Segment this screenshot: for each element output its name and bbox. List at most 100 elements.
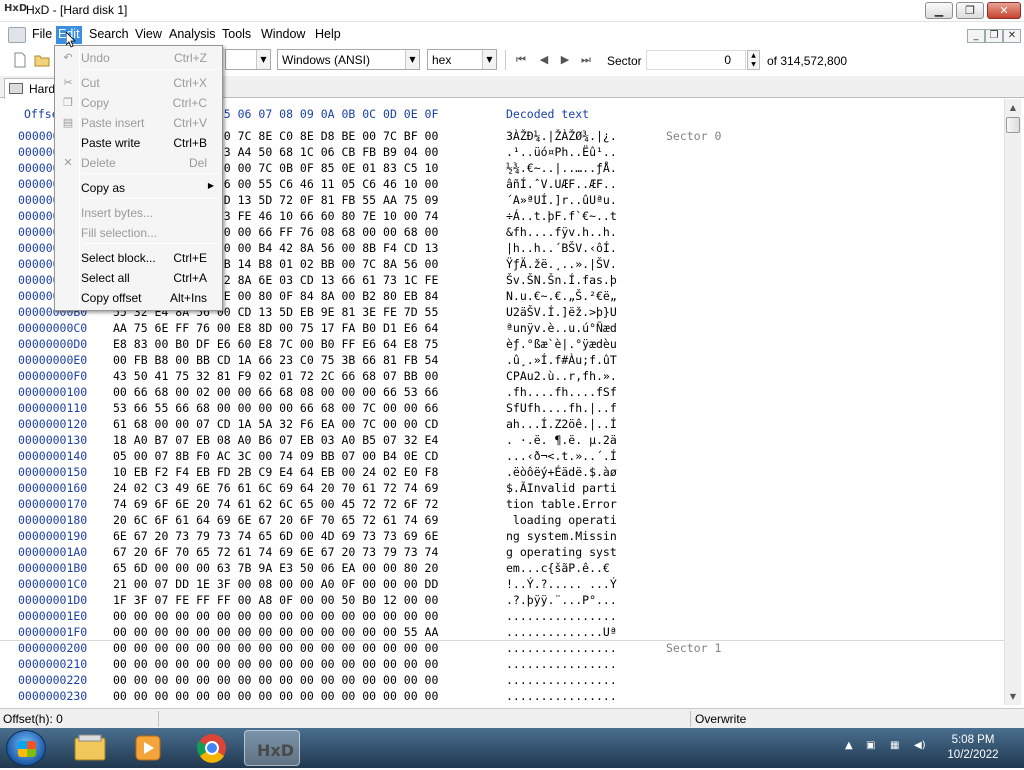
hex-row[interactable]: 0000000220 00 00 00 00 00 00 00 00 00 00 … — [0, 673, 1004, 689]
row-decoded-text[interactable]: .?.þÿÿ.¨...P°... — [506, 593, 617, 607]
row-decoded-text[interactable]: .¹..üó¤Ph..Ëû¹.. — [506, 145, 617, 159]
menu-window[interactable]: Window — [259, 27, 307, 41]
last-sector-icon[interactable]: ⏭ — [578, 52, 594, 68]
hex-row[interactable]: 0000000120 61 68 00 00 07 CD 1A 5A 32 F6 … — [0, 417, 1004, 433]
row-offset[interactable]: 0000000140 — [18, 449, 87, 463]
hex-row[interactable]: 00000001E0 00 00 00 00 00 00 00 00 00 00 … — [0, 609, 1004, 625]
row-hex-bytes[interactable]: 43 50 41 75 32 81 F9 02 01 72 2C 66 68 0… — [113, 369, 438, 383]
row-decoded-text[interactable]: !..Ý.?..... ...Ý — [506, 577, 617, 591]
row-hex-bytes[interactable]: 20 6C 6F 61 64 69 6E 67 20 6F 70 65 72 6… — [113, 513, 438, 527]
hex-row[interactable]: 00000001A0 67 20 6F 70 65 72 61 74 69 6E … — [0, 545, 1004, 561]
scroll-down-icon[interactable]: ▼ — [1005, 688, 1021, 705]
row-hex-bytes[interactable]: 00 66 68 00 02 00 00 66 68 08 00 00 00 6… — [113, 385, 438, 399]
row-decoded-text[interactable]: ..............Uª — [506, 625, 617, 639]
menu-item-copy-offset[interactable]: Copy offset Alt+Ins — [57, 288, 220, 308]
row-decoded-text[interactable]: ŸƒÄ.žë.¸..».|ŠV. — [506, 257, 617, 271]
hex-row[interactable]: 0000000100 00 66 68 00 02 00 00 66 68 08 … — [0, 385, 1004, 401]
row-offset[interactable]: 00000001E0 — [18, 609, 87, 623]
start-button[interactable] — [6, 730, 46, 766]
row-offset[interactable]: 0000000220 — [18, 673, 87, 687]
row-hex-bytes[interactable]: 6E 67 20 73 79 73 74 65 6D 00 4D 69 73 7… — [113, 529, 438, 543]
row-decoded-text[interactable]: .û¸.»Í.f#Àu;f.ûT — [506, 353, 617, 367]
row-offset[interactable]: 0000000130 — [18, 433, 87, 447]
menu-search[interactable]: Search — [87, 27, 131, 41]
row-hex-bytes[interactable]: AA 75 6E FF 76 00 E8 8D 00 75 17 FA B0 D… — [113, 321, 438, 335]
row-hex-bytes[interactable]: 67 20 6F 70 65 72 61 74 69 6E 67 20 73 7… — [113, 545, 438, 559]
row-decoded-text[interactable]: &fh....fÿv.h..h. — [506, 225, 617, 239]
next-sector-icon[interactable]: ▶ — [557, 52, 573, 68]
row-offset[interactable]: 0000000170 — [18, 497, 87, 511]
menu-item-cut[interactable]: ✂ Cut Ctrl+X — [57, 73, 220, 93]
row-hex-bytes[interactable]: 1F 3F 07 FE FF FF 00 A8 0F 00 00 50 B0 1… — [113, 593, 438, 607]
menu-item-copy-as[interactable]: Copy as ▶ — [57, 178, 220, 198]
hex-row[interactable]: 0000000190 6E 67 20 73 79 73 74 65 6D 00 … — [0, 529, 1004, 545]
row-decoded-text[interactable]: |h..h..´BŠV.‹ôÍ. — [506, 241, 617, 255]
row-offset[interactable]: 0000000160 — [18, 481, 87, 495]
row-hex-bytes[interactable]: 18 A0 B7 07 EB 08 A0 B6 07 EB 03 A0 B5 0… — [113, 433, 438, 447]
row-decoded-text[interactable]: g operating syst — [506, 545, 617, 559]
prev-sector-icon[interactable]: ◀ — [536, 52, 552, 68]
row-offset[interactable]: 00000000C0 — [18, 321, 87, 335]
hex-row[interactable]: 00000000C0 AA 75 6E FF 76 00 E8 8D 00 75 … — [0, 321, 1004, 337]
hex-row[interactable]: 0000000160 24 02 C3 49 6E 76 61 6C 69 64 … — [0, 481, 1004, 497]
hex-row[interactable]: 00000000D0 E8 83 00 B0 DF E6 60 E8 7C 00 … — [0, 337, 1004, 353]
menu-help[interactable]: Help — [313, 27, 343, 41]
volume-icon[interactable]: ◀) — [914, 740, 926, 751]
tray-app-icon[interactable]: ▣ — [866, 740, 875, 751]
hex-row[interactable]: 00000001D0 1F 3F 07 FE FF FF 00 A8 0F 00 … — [0, 593, 1004, 609]
explorer-icon[interactable] — [62, 730, 118, 766]
document-icon[interactable] — [8, 27, 26, 43]
row-hex-bytes[interactable]: 53 66 55 66 68 00 00 00 00 66 68 00 7C 0… — [113, 401, 438, 415]
hxd-icon[interactable]: HxD — [244, 730, 300, 766]
row-offset[interactable]: 00000000E0 — [18, 353, 87, 367]
row-decoded-text[interactable]: Šv.ŠN.Šn.Í.fas.þ — [506, 273, 617, 287]
row-hex-bytes[interactable]: 74 69 6F 6E 20 74 61 62 6C 65 00 45 72 7… — [113, 497, 438, 511]
row-hex-bytes[interactable]: 00 00 00 00 00 00 00 00 00 00 00 00 00 0… — [113, 657, 438, 671]
hex-row[interactable]: 00000001F0 00 00 00 00 00 00 00 00 00 00 … — [0, 625, 1004, 641]
first-sector-icon[interactable]: ⏮ — [513, 52, 529, 68]
row-decoded-text[interactable]: ªunÿv.è..u.ú°Ñæd — [506, 321, 617, 335]
chrome-icon[interactable] — [184, 730, 240, 766]
menu-item-fill-selection[interactable]: Fill selection... — [57, 223, 220, 243]
vertical-scrollbar[interactable]: ▲ ▼ — [1004, 99, 1021, 705]
row-decoded-text[interactable]: loading operati — [506, 513, 617, 527]
scroll-thumb[interactable] — [1006, 117, 1020, 133]
row-hex-bytes[interactable]: 00 00 00 00 00 00 00 00 00 00 00 00 00 0… — [113, 641, 438, 655]
row-decoded-text[interactable]: em...c{šãP.ê..€ — [506, 561, 617, 575]
bytes-per-row-select[interactable]: ▼ — [225, 49, 271, 70]
mdi-close-button[interactable]: ✕ — [1003, 29, 1021, 43]
menu-item-copy[interactable]: ❐ Copy Ctrl+C — [57, 93, 220, 113]
row-hex-bytes[interactable]: 00 FB B8 00 BB CD 1A 66 23 C0 75 3B 66 8… — [113, 353, 438, 367]
hex-row[interactable]: 0000000180 20 6C 6F 61 64 69 6E 67 20 6F … — [0, 513, 1004, 529]
menu-item-undo[interactable]: ↶ Undo Ctrl+Z — [57, 48, 220, 68]
row-hex-bytes[interactable]: 21 00 07 DD 1E 3F 00 08 00 00 A0 0F 00 0… — [113, 577, 438, 591]
mdi-minimize-button[interactable]: _ — [967, 29, 985, 43]
row-offset[interactable]: 0000000180 — [18, 513, 87, 527]
row-hex-bytes[interactable]: 00 00 00 00 00 00 00 00 00 00 00 00 00 0… — [113, 689, 438, 703]
row-decoded-text[interactable]: U2äŠV.Í.]ëž.>þ}U — [506, 305, 617, 319]
row-offset[interactable]: 0000000190 — [18, 529, 87, 543]
display-mode-select[interactable]: hex ▼ — [427, 49, 497, 70]
row-decoded-text[interactable]: ................ — [506, 657, 617, 671]
close-button[interactable]: ✕ — [987, 2, 1021, 19]
row-offset[interactable]: 0000000230 — [18, 689, 87, 703]
hex-row[interactable]: 00000001B0 65 6D 00 00 00 63 7B 9A E3 50 … — [0, 561, 1004, 577]
row-offset[interactable]: 0000000100 — [18, 385, 87, 399]
row-decoded-text[interactable]: SfUfh....fh.|..f — [506, 401, 617, 415]
menu-tools[interactable]: Tools — [220, 27, 253, 41]
row-hex-bytes[interactable]: 00 00 00 00 00 00 00 00 00 00 00 00 00 0… — [113, 609, 438, 623]
row-decoded-text[interactable]: CPAu2.ù..r,fh.». — [506, 369, 617, 383]
scroll-up-icon[interactable]: ▲ — [1005, 99, 1021, 116]
row-decoded-text[interactable]: ÷Á..t.þF.f`€~..t — [506, 209, 617, 223]
row-offset[interactable]: 0000000210 — [18, 657, 87, 671]
open-folder-icon[interactable] — [34, 52, 50, 68]
row-offset[interactable]: 00000001D0 — [18, 593, 87, 607]
maximize-button[interactable]: ❐ — [956, 2, 984, 19]
sector-spinner[interactable]: ▲ ▼ — [747, 50, 760, 70]
row-offset[interactable]: 00000001C0 — [18, 577, 87, 591]
menu-item-select-block[interactable]: Select block... Ctrl+E — [57, 248, 220, 268]
hex-row[interactable]: 0000000230 00 00 00 00 00 00 00 00 00 00 … — [0, 689, 1004, 705]
row-decoded-text[interactable]: ...‹ð¬<.t.»..´.Í — [506, 449, 617, 463]
row-hex-bytes[interactable]: 05 00 07 8B F0 AC 3C 00 74 09 BB 07 00 B… — [113, 449, 438, 463]
mdi-restore-button[interactable]: ❐ — [985, 29, 1003, 43]
